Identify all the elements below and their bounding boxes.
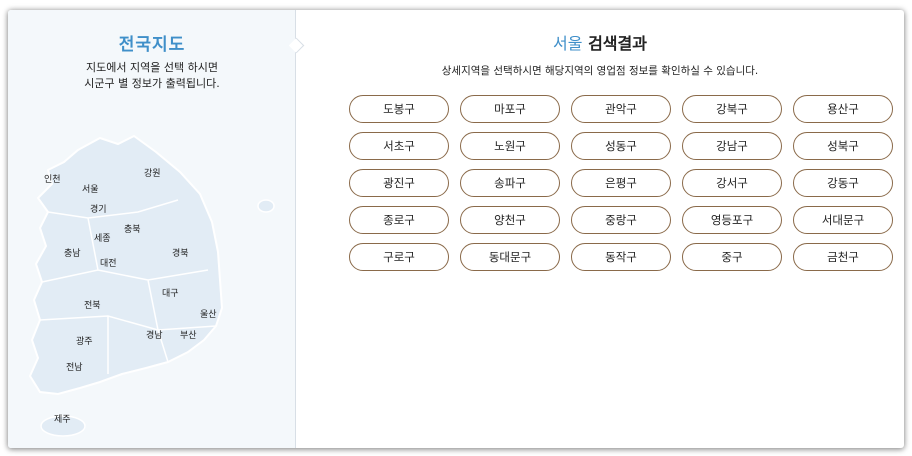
- district-button-yongsan[interactable]: 용산구: [793, 95, 893, 123]
- map-title: 전국지도: [118, 35, 186, 55]
- map-description-line1: 지도에서 지역을 선택 하시면: [86, 61, 218, 74]
- region-seoul[interactable]: 서울: [82, 182, 99, 195]
- selected-city: 서울: [553, 34, 583, 53]
- region-gwangju[interactable]: 광주: [76, 334, 93, 347]
- region-daejeon[interactable]: 대전: [100, 256, 117, 269]
- results-description: 상세지역을 선택하시면 해당지역의 영업점 정보를 확인하실 수 있습니다.: [441, 65, 759, 77]
- district-button-seongdong[interactable]: 성동구: [571, 132, 671, 160]
- district-button-seongbuk[interactable]: 성북구: [793, 132, 893, 160]
- district-button-seodaemun[interactable]: 서대문구: [793, 206, 893, 234]
- nationwide-map-panel: 전국지도 지도에서 지역을 선택 하시면 시군구 별 정보가 출력됩니다. 인천…: [8, 10, 296, 448]
- district-button-gangbuk[interactable]: 강북구: [682, 95, 782, 123]
- district-button-gangseo[interactable]: 강서구: [682, 169, 782, 197]
- district-button-dobong[interactable]: 도봉구: [349, 95, 449, 123]
- district-button-seocho[interactable]: 서초구: [349, 132, 449, 160]
- district-button-gangdong[interactable]: 강동구: [793, 169, 893, 197]
- district-button-yangcheon[interactable]: 양천구: [460, 206, 560, 234]
- region-gyeongnam[interactable]: 경남: [146, 328, 163, 341]
- district-button-grid: 도봉구 마포구 관악구 강북구 용산구 서초구 노원구 성동구 강남구 성북구 …: [349, 95, 893, 271]
- region-jeonbuk[interactable]: 전북: [84, 298, 101, 311]
- district-button-geumcheon[interactable]: 금천구: [793, 243, 893, 271]
- district-button-dongjak[interactable]: 동작구: [571, 243, 671, 271]
- region-jeonnam[interactable]: 전남: [66, 360, 83, 373]
- district-button-gangnam[interactable]: 강남구: [682, 132, 782, 160]
- region-chungbuk[interactable]: 충북: [124, 222, 141, 235]
- district-button-gwanak[interactable]: 관악구: [571, 95, 671, 123]
- district-button-mapo[interactable]: 마포구: [460, 95, 560, 123]
- results-title-suffix: 검색결과: [588, 34, 647, 53]
- search-results-panel: 서울 검색결과 상세지역을 선택하시면 해당지역의 영업점 정보를 확인하실 수…: [296, 10, 904, 448]
- map-description-line2: 시군구 별 정보가 출력됩니다.: [84, 77, 220, 90]
- results-title: 서울 검색결과: [296, 30, 904, 54]
- region-jeju[interactable]: 제주: [54, 412, 71, 425]
- district-button-songpa[interactable]: 송파구: [460, 169, 560, 197]
- region-daegu[interactable]: 대구: [162, 286, 179, 299]
- region-ulsan[interactable]: 울산: [200, 307, 217, 320]
- region-incheon[interactable]: 인천: [44, 172, 61, 185]
- district-button-jongno[interactable]: 종로구: [349, 206, 449, 234]
- search-panel: 전국지도 지도에서 지역을 선택 하시면 시군구 별 정보가 출력됩니다. 인천…: [8, 10, 904, 448]
- ulleungdo-island-shape: [257, 199, 275, 213]
- region-sejong[interactable]: 세종: [94, 231, 111, 244]
- region-gangwon[interactable]: 강원: [144, 166, 161, 179]
- district-button-dongdaemun[interactable]: 동대문구: [460, 243, 560, 271]
- district-button-gwangjin[interactable]: 광진구: [349, 169, 449, 197]
- region-busan[interactable]: 부산: [180, 328, 197, 341]
- map-description: 지도에서 지역을 선택 하시면 시군구 별 정보가 출력됩니다.: [8, 60, 296, 92]
- region-chungnam[interactable]: 충남: [64, 246, 81, 259]
- district-button-guro[interactable]: 구로구: [349, 243, 449, 271]
- district-button-nowon[interactable]: 노원구: [460, 132, 560, 160]
- district-button-eunpyeong[interactable]: 은평구: [571, 169, 671, 197]
- district-button-jungnang[interactable]: 중랑구: [571, 206, 671, 234]
- region-gyeongbuk[interactable]: 경북: [172, 246, 189, 259]
- district-button-jung[interactable]: 중구: [682, 243, 782, 271]
- region-gyeonggi[interactable]: 경기: [90, 202, 107, 215]
- district-button-yeongdeungpo[interactable]: 영등포구: [682, 206, 782, 234]
